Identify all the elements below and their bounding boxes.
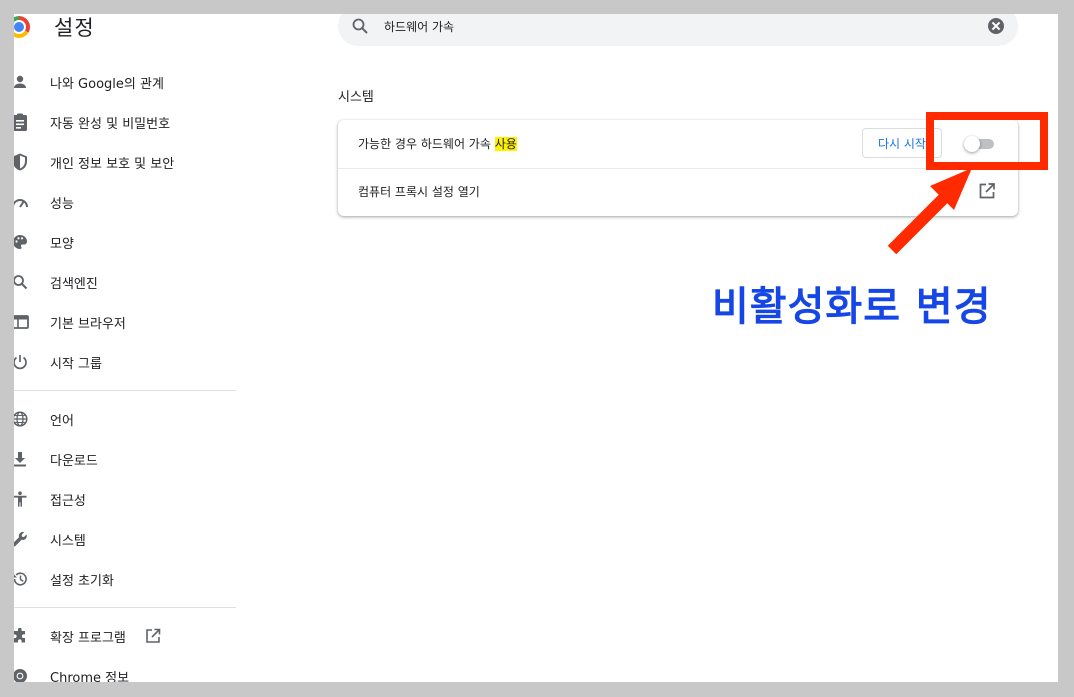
sidebar-item-search-engine[interactable]: 검색엔진 [0,262,236,302]
top-border [0,0,1074,14]
sidebar-item-label: 시스템 [50,533,86,549]
page-title: 설정 [54,16,95,40]
sidebar-item-extensions[interactable]: 확장 프로그램 [0,616,236,656]
sidebar-item-default-browser[interactable]: 기본 브라우저 [0,302,236,342]
sidebar-item-on-startup[interactable]: 시작 그룹 [0,342,236,382]
sidebar-item-label: 검색엔진 [50,276,98,292]
sidebar-item-label: Chrome 정보 [50,670,130,683]
sidebar-item-appearance[interactable]: 모양 [0,222,236,262]
sidebar-divider [0,607,236,608]
sidebar-item-google[interactable]: 나와 Google의 관계 [0,62,236,102]
sidebar-item-system[interactable]: 시스템 [0,519,236,559]
sidebar-item-label: 확장 프로그램 [50,630,126,646]
sidebar-item-languages[interactable]: 언어 [0,399,236,439]
search-highlight: 사용 [494,137,517,151]
sidebar-nav: 나와 Google의 관계 자동 완성 및 비밀번호 개인 정보 보호 및 보안… [0,62,236,682]
sidebar-item-performance[interactable]: 성능 [0,182,236,222]
sidebar-item-label: 나와 Google의 관계 [50,76,164,92]
brand: 설정 [8,12,95,42]
clear-search-icon[interactable] [988,18,1004,34]
sidebar-item-privacy[interactable]: 개인 정보 보호 및 보안 [0,142,236,182]
sidebar-item-autofill[interactable]: 자동 완성 및 비밀번호 [0,102,236,142]
proxy-settings-label: 컴퓨터 프록시 설정 열기 [358,185,480,199]
sidebar-item-downloads[interactable]: 다운로드 [0,439,236,479]
external-link-icon[interactable] [978,182,996,204]
search-icon [351,17,369,39]
sidebar-item-accessibility[interactable]: 접근성 [0,479,236,519]
annotation-text: 비활성화로 변경 [712,284,992,330]
sidebar-item-label: 모양 [50,236,74,252]
sidebar-item-label: 기본 브라우저 [50,316,126,332]
sidebar: 설정 나와 Google의 관계 자동 완성 및 비밀번호 개인 정보 보호 및… [0,0,236,682]
sidebar-item-reset[interactable]: 설정 초기화 [0,559,236,599]
search-input[interactable]: 하드웨어 가속 [384,18,454,35]
sidebar-item-label: 언어 [50,413,74,429]
row-label-text: 가능한 경우 하드웨어 가속 [358,137,495,151]
sidebar-item-label: 자동 완성 및 비밀번호 [50,116,171,132]
section-title: 시스템 [338,90,374,105]
sidebar-item-about-chrome[interactable]: Chrome 정보 [0,656,236,682]
left-border [0,0,14,697]
external-link-icon [145,628,161,648]
arrow-icon [887,168,972,255]
sidebar-item-label: 설정 초기화 [50,573,114,589]
sidebar-item-label: 성능 [50,196,74,212]
sidebar-item-label: 다운로드 [50,453,98,469]
settings-window: 설정 나와 Google의 관계 자동 완성 및 비밀번호 개인 정보 보호 및… [0,0,1058,682]
sidebar-item-label: 개인 정보 보호 및 보안 [50,156,175,172]
sidebar-divider [0,390,236,391]
hardware-acceleration-label: 가능한 경우 하드웨어 가속 사용 [358,135,517,152]
sidebar-item-label: 접근성 [50,493,86,509]
sidebar-item-label: 시작 그룹 [50,356,102,372]
